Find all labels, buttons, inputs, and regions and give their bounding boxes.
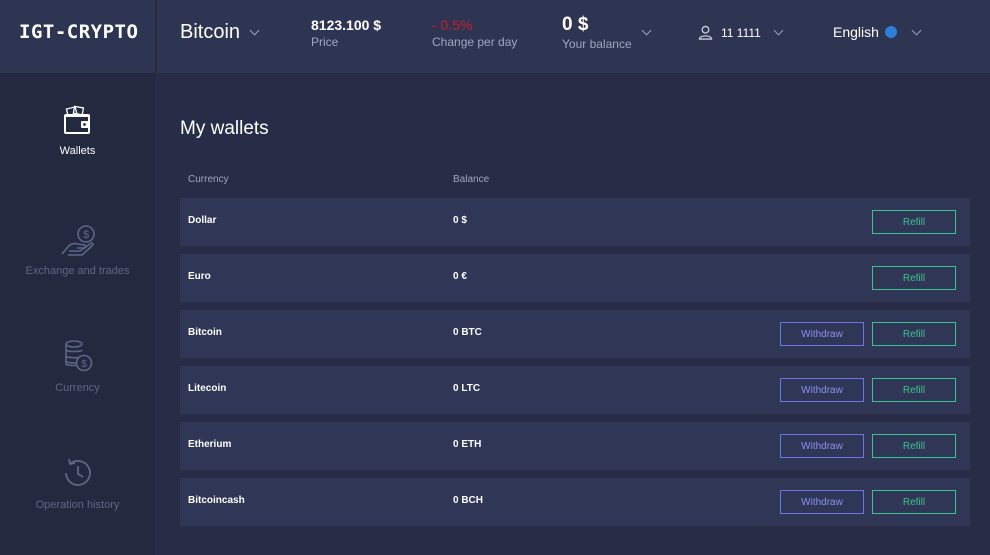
balance-chevron-down-icon[interactable] — [641, 25, 652, 36]
balance-label: Your balance — [562, 37, 632, 51]
wallet-row-euro: Euro 0 € Refill — [180, 254, 970, 302]
chevron-down-icon — [773, 25, 784, 36]
coins-icon: $ — [64, 340, 92, 372]
refill-button[interactable]: Refill — [872, 490, 956, 514]
chevron-down-icon — [911, 25, 922, 35]
chevron-down-icon — [249, 25, 260, 35]
refill-button[interactable]: Refill — [872, 266, 956, 290]
balance-stat: 0 $ Your balance — [562, 14, 632, 51]
withdraw-button[interactable]: Withdraw — [780, 322, 864, 346]
wallet-balance: 0 ETH — [453, 439, 482, 450]
wallet-currency: Bitcoincash — [188, 495, 245, 506]
price-label: Price — [311, 35, 339, 49]
withdraw-button[interactable]: Withdraw — [780, 434, 864, 458]
logo[interactable]: IGT-CRYPTO — [19, 21, 138, 43]
svg-text:$: $ — [81, 359, 87, 370]
sidebar: Wallets $ Exchange and trades $ Currency… — [0, 73, 155, 555]
top-bar: IGT-CRYPTO Bitcoin 8123.100 $ Price - 0.… — [0, 0, 990, 73]
change-label: Change per day — [432, 35, 518, 49]
wallet-currency: Litecoin — [188, 383, 227, 394]
logo-area: IGT-CRYPTO — [0, 0, 157, 73]
wallet-balance: 0 $ — [453, 215, 467, 226]
wallet-balance: 0 € — [453, 271, 467, 282]
sidebar-item-label: Operation history — [35, 499, 120, 511]
svg-text:$: $ — [82, 229, 88, 241]
wallet-currency: Euro — [188, 271, 211, 282]
wallet-row-bitcoincash: Bitcoincash 0 BCH Withdraw Refill — [180, 478, 970, 526]
refill-button[interactable]: Refill — [872, 322, 956, 346]
user-id: 11 1111 — [721, 25, 761, 40]
coin-selector[interactable]: Bitcoin — [180, 21, 260, 44]
sidebar-item-label: Exchange and trades — [25, 265, 130, 277]
withdraw-button[interactable]: Withdraw — [780, 490, 864, 514]
sidebar-item-wallets[interactable]: Wallets — [0, 105, 155, 157]
column-header-currency: Currency — [188, 174, 229, 185]
globe-icon — [884, 26, 897, 38]
user-menu[interactable]: 11 1111 — [698, 25, 784, 40]
language-selector[interactable]: English — [833, 24, 922, 40]
page-title: My wallets — [180, 118, 269, 139]
price-value: 8123.100 $ — [311, 17, 382, 33]
wallet-balance: 0 LTC — [453, 383, 481, 394]
column-header-balance: Balance — [453, 174, 490, 185]
sidebar-item-label: Wallets — [59, 145, 96, 157]
wallet-balance: 0 BTC — [453, 327, 482, 338]
refill-button[interactable]: Refill — [872, 378, 956, 402]
sidebar-item-history[interactable]: Operation history — [0, 455, 155, 511]
change-stat: - 0.5% Change per day — [432, 17, 517, 49]
wallet-row-litecoin: Litecoin 0 LTC Withdraw Refill — [180, 366, 970, 414]
wallet-row-etherium: Etherium 0 ETH Withdraw Refill — [180, 422, 970, 470]
wallet-row-dollar: Dollar 0 $ Refill — [180, 198, 970, 246]
history-clock-icon — [64, 458, 91, 486]
balance-value: 0 $ — [562, 14, 589, 35]
main-content: My wallets Currency Balance Dollar 0 $ R… — [157, 73, 990, 555]
wallet-currency: Etherium — [188, 439, 232, 450]
change-value: - 0.5% — [432, 17, 473, 33]
sidebar-item-exchange[interactable]: $ Exchange and trades — [0, 221, 155, 277]
price-stat: 8123.100 $ Price — [311, 17, 381, 49]
sidebar-item-label: Currency — [55, 382, 100, 394]
refill-button[interactable]: Refill — [872, 210, 956, 234]
user-icon — [698, 25, 713, 40]
wallet-icon — [63, 105, 90, 134]
withdraw-button[interactable]: Withdraw — [780, 378, 864, 402]
wallet-row-bitcoin: Bitcoin 0 BTC Withdraw Refill — [180, 310, 970, 358]
coin-name: Bitcoin — [180, 21, 241, 43]
wallet-currency: Dollar — [188, 215, 217, 226]
exchange-hand-icon: $ — [60, 225, 95, 256]
language-label: English — [833, 24, 879, 40]
wallet-balance: 0 BCH — [453, 495, 484, 506]
refill-button[interactable]: Refill — [872, 434, 956, 458]
wallet-currency: Bitcoin — [188, 327, 222, 338]
sidebar-item-currency[interactable]: $ Currency — [0, 338, 155, 394]
